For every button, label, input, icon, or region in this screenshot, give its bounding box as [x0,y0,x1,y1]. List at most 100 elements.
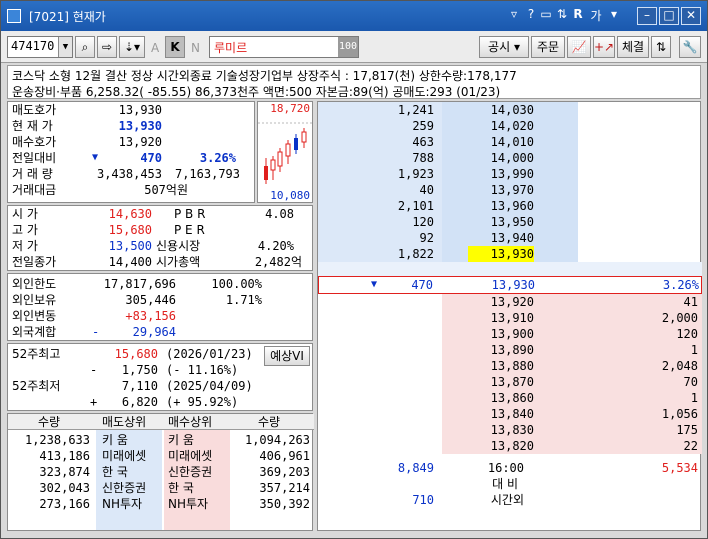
mini-chart[interactable]: 18,720 10,080 [257,101,313,203]
ask-row[interactable]: 259 14,020 [318,118,702,134]
market-tag-a[interactable]: A [151,41,159,55]
stock-name-field[interactable]: 루미르 100 [209,36,359,58]
bid-price: 13,860 [490,391,534,405]
quote-label: 매도호가 [12,103,57,117]
sort-dropdown-icon[interactable]: ⇣▾ [119,36,145,58]
buy-broker[interactable]: 미래에셋 [168,448,212,464]
ask-qty: 40 [419,183,434,197]
market-tag-n[interactable]: N [191,41,200,55]
market-cap-label: 시가총액 [156,255,201,269]
ask-row[interactable]: 788 14,000 [318,150,702,166]
header-buy-qty[interactable]: 수량 [258,414,280,430]
header-buy-top[interactable]: 매수상위 [168,414,212,430]
bid-row[interactable]: 13,830 175 [318,422,702,438]
market-tag-k[interactable]: K [165,36,185,58]
sort-icon[interactable]: ⇅ [651,36,671,58]
disclosure-label: 공시 [488,40,511,54]
help-icon[interactable]: ? [525,7,537,25]
menu-icon[interactable]: ▾ [607,7,621,25]
ask-price: 13,940 [490,231,534,245]
market-cap-value: 2,482억 [254,255,302,269]
week52-low-diff: 6,820 [121,395,158,409]
title-bar[interactable]: [7021] 현재가 ▿ ? ▭ ⇅ R 가 ▾ – □ ✕ [1,1,707,31]
toolbar: 474170 ▼ ⌕ ⇨ ⇣▾ A K N 루미르 100 공시 ▾ 주문 📈 … [1,31,707,63]
buy-broker[interactable]: NH투자 [168,496,208,512]
bid-row[interactable]: 13,840 1,056 [318,406,702,422]
header-sell-qty[interactable]: 수량 [38,414,60,430]
compare-label: 대 비 [492,477,518,491]
code-dropdown-icon[interactable]: ▼ [58,37,72,57]
chart-link-icon[interactable]: ⇅ [555,7,569,25]
execution-button[interactable]: 체결 [617,36,649,58]
header-sell-top[interactable]: 매도상위 [102,414,146,430]
foreign-row-total: 외국계합 - 29,964 [8,324,314,340]
bid-row[interactable]: 13,880 2,048 [318,358,702,374]
bid-row[interactable]: 13,920 41 [318,294,702,310]
sell-broker[interactable]: 한 국 [102,464,128,480]
maximize-icon[interactable]: □ [659,7,679,25]
ask-row[interactable]: 463 14,010 [318,134,702,150]
ask-row[interactable]: 2,101 13,960 [318,198,702,214]
disclosure-button[interactable]: 공시 ▾ [479,36,529,58]
pin-icon[interactable]: ▿ [507,7,521,25]
sell-qty: 302,043 [39,481,90,495]
current-price-row[interactable]: ▼ 470 13,930 3.26% [318,276,702,294]
close-icon[interactable]: ✕ [681,7,701,25]
copy-icon[interactable]: ▭ [539,7,553,25]
stock-code-value: 474170 [11,39,55,53]
ask-row[interactable]: 1,923 13,990 [318,166,702,182]
foreign-change-value: +83,156 [125,309,176,323]
buy-qty: 369,203 [259,465,310,479]
quote-row-volume: 거 래 량 3,438,453 7,163,793 [8,166,256,182]
bid-row[interactable]: 13,860 1 [318,390,702,406]
minimize-icon[interactable]: – [637,7,657,25]
ask-row[interactable]: 1,822 13,930 [318,246,702,262]
broker-row: 323,874 한 국 신한증권 369,203 [8,464,314,480]
settings-wrench-icon[interactable]: 🔧 [679,36,701,58]
amount-value: 507억원 [144,183,188,197]
unit-badge: 100 [338,37,358,57]
foreign-row-holding: 외인보유 305,446 1.71% [8,292,314,308]
candlestick-icon [258,122,312,184]
bid-row[interactable]: 13,890 1 [318,342,702,358]
refresh-icon[interactable]: R [571,7,585,25]
forecast-vi-button[interactable]: 예상VI [264,346,310,366]
after-hours-qty: 710 [412,493,434,507]
font-size-icon[interactable]: 가 [589,7,603,25]
foreign-label: 외인한도 [12,277,57,291]
bid-price: 13,900 [490,327,534,341]
search-icon[interactable]: ⌕ [75,36,95,58]
app-icon [7,9,21,23]
bid-row[interactable]: 13,870 70 [318,374,702,390]
credit-value: 4.20% [257,239,294,253]
sell-broker[interactable]: 신한증권 [102,480,146,496]
ask-row[interactable]: 40 13,970 [318,182,702,198]
ask-qty: 2,101 [397,199,434,213]
broker-row: 302,043 신한증권 한 국 357,214 [8,480,314,496]
foreign-row-limit: 외인한도 17,817,696 100.00% [8,276,314,292]
order-button[interactable]: 주문 [531,36,565,58]
bid-price: 13,820 [490,439,534,453]
ask-row[interactable]: 120 13,950 [318,214,702,230]
ask-price: 13,930 [468,246,534,262]
buy-broker[interactable]: 한 국 [168,480,194,496]
bid-row[interactable]: 13,910 2,000 [318,310,702,326]
transfer-icon[interactable]: ⇨ [97,36,117,58]
sell-qty: 413,186 [39,449,90,463]
chart-icon[interactable]: 📈 [567,36,591,58]
sell-broker[interactable]: NH투자 [102,496,142,512]
ask-row[interactable]: 92 13,940 [318,230,702,246]
sell-broker[interactable]: 키 움 [102,432,128,448]
foreign-holding-value: 305,446 [125,293,176,307]
ask-row[interactable]: 1,241 14,030 [318,102,702,118]
bid-row[interactable]: 13,820 22 [318,438,702,454]
buy-broker[interactable]: 키 움 [168,432,194,448]
buy-broker[interactable]: 신한증권 [168,464,212,480]
stock-code-input[interactable]: 474170 ▼ [7,36,73,58]
quote-row-amount: 거래대금 507억원 [8,182,256,198]
buy-qty: 350,392 [259,497,310,511]
bid-row[interactable]: 13,900 120 [318,326,702,342]
bid-price: 13,840 [490,407,534,421]
add-chart-icon[interactable]: +↗ [593,36,615,58]
sell-broker[interactable]: 미래에셋 [102,448,146,464]
